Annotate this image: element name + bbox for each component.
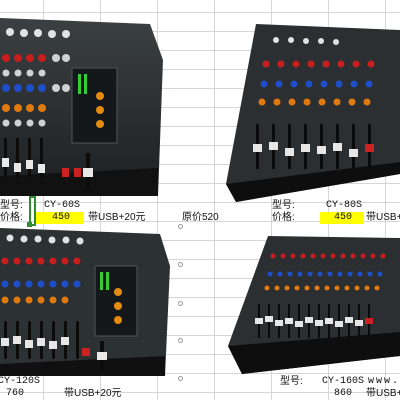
model-label: 型号: xyxy=(272,200,295,211)
mixer-photo xyxy=(0,18,163,196)
mixer-image-cy160s[interactable] xyxy=(228,236,400,374)
mixer-image-cy80s[interactable] xyxy=(226,24,400,202)
mixer-photo xyxy=(226,24,400,202)
usb-note[interactable]: 带USB+2 xyxy=(366,388,400,400)
cell-marker xyxy=(178,262,183,267)
price-value[interactable]: 860 xyxy=(334,388,352,400)
original-price[interactable]: 原价520 xyxy=(182,212,219,224)
website-fragment: www. xyxy=(368,376,400,387)
mixer-image-cy120s[interactable] xyxy=(0,226,170,376)
usb-note[interactable]: 带USB+20元 xyxy=(64,388,122,400)
cell-marker xyxy=(178,338,183,343)
model-label: 型号: xyxy=(0,200,23,211)
model-label: 型号: xyxy=(280,376,303,387)
model-value[interactable]: CY-80S xyxy=(326,200,362,212)
usb-note[interactable]: 带USB+20元 xyxy=(88,212,146,224)
cell-marker xyxy=(178,301,183,306)
price-value[interactable]: 450 xyxy=(334,212,352,224)
cell-marker xyxy=(178,224,183,229)
price-label: 价格: xyxy=(272,212,295,223)
model-value[interactable]: CY-120S xyxy=(0,376,40,388)
price-value[interactable]: 450 xyxy=(52,212,70,224)
model-value[interactable]: CY-60S xyxy=(44,200,80,212)
cell-marker xyxy=(178,376,183,381)
selection-handle[interactable] xyxy=(27,222,32,227)
mixer-photo xyxy=(0,228,170,376)
usb-note[interactable]: 带USB+2 xyxy=(366,212,400,224)
price-label: 价格: xyxy=(0,212,23,223)
model-value[interactable]: CY-160S xyxy=(322,376,364,388)
mixer-photo xyxy=(228,236,400,374)
price-value[interactable]: 760 xyxy=(6,388,24,400)
mixer-image-cy60s[interactable] xyxy=(0,18,165,196)
